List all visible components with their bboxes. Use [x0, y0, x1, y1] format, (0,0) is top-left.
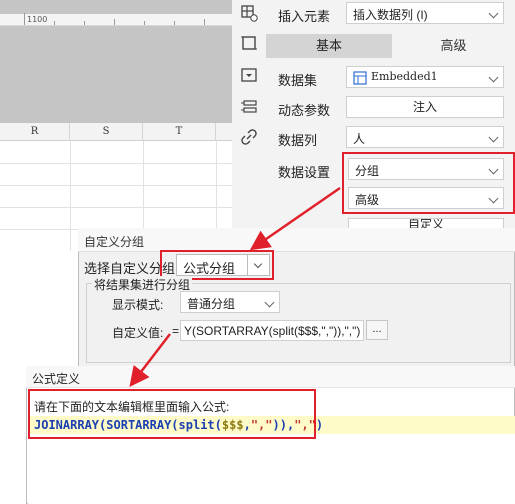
dataset-label: 数据集 — [278, 73, 318, 88]
formula-token: ) — [315, 418, 324, 432]
formula-dialog-title: 公式定义 — [32, 372, 81, 386]
database-table-icon — [353, 71, 367, 85]
ruler-tick — [204, 19, 205, 25]
column-header-s[interactable]: S — [70, 123, 143, 141]
chevron-down-icon — [488, 72, 499, 83]
data-column-select[interactable]: 人 — [346, 126, 504, 148]
formula-editor[interactable] — [28, 434, 515, 504]
custom-value-text: Y(SORTARRAY(split($$$,",")),",") — [184, 324, 361, 338]
hyperlink-icon[interactable] — [240, 128, 258, 146]
inject-button[interactable]: 注入 — [346, 96, 504, 118]
custom-value-input[interactable]: Y(SORTARRAY(split($$$,",")),",") — [180, 320, 364, 341]
ruler-label: 1100 — [27, 15, 48, 24]
edit-formula-button[interactable]: ... — [366, 320, 388, 340]
horizontal-ruler: 1100 — [0, 13, 232, 26]
custom-value-label: 自定义值: — [112, 326, 164, 340]
dataset-value: Embedded1 — [371, 70, 438, 83]
grid-line — [70, 141, 71, 251]
ruler-tick — [174, 21, 175, 25]
custom-value-equals: = — [172, 324, 180, 338]
formula-dialog-titlebar[interactable]: 公式定义 — [26, 366, 515, 388]
column-header-r[interactable]: R — [0, 123, 70, 141]
display-mode-select[interactable]: 普通分组 — [180, 291, 280, 313]
column-header-t[interactable]: T — [143, 123, 216, 141]
annotation-highlight-box — [28, 389, 316, 439]
ruler-tick — [84, 21, 85, 25]
dropdown-widget-icon[interactable] — [240, 66, 258, 84]
data-column-value: 人 — [353, 132, 366, 146]
ruler-tick — [54, 21, 55, 25]
ruler-tick — [114, 19, 115, 25]
ruler-tick — [144, 21, 145, 25]
group-result-legend: 将结果集进行分组 — [92, 276, 193, 293]
grid-line — [0, 163, 232, 164]
grid-line — [0, 207, 232, 208]
annotation-highlight-box — [342, 152, 515, 214]
grid-line — [0, 185, 232, 186]
insert-cell-icon[interactable] — [240, 4, 258, 22]
data-column-label: 数据列 — [278, 133, 318, 148]
insert-element-select[interactable]: 插入数据列 (I) — [346, 2, 504, 24]
dynamic-param-label: 动态参数 — [278, 103, 331, 118]
tab-advanced[interactable]: 高级 — [392, 34, 515, 58]
border-icon[interactable] — [240, 34, 258, 52]
chevron-down-icon — [488, 8, 499, 19]
display-mode-label: 显示模式: — [112, 298, 164, 312]
insert-element-label: 插入元素 — [278, 9, 331, 24]
chevron-down-icon — [488, 132, 499, 143]
column-header-row: R S T — [0, 123, 232, 141]
chevron-down-icon — [264, 297, 275, 308]
dataset-select[interactable]: Embedded1 — [346, 66, 504, 88]
condition-format-icon[interactable] — [240, 98, 258, 116]
data-setting-label: 数据设置 — [278, 165, 331, 180]
custom-group-dialog-titlebar[interactable]: 自定义分组 — [78, 228, 515, 252]
panel-icon-strip — [232, 0, 266, 250]
ruler-tick — [24, 13, 25, 25]
insert-element-value: 插入数据列 (I) — [353, 8, 428, 22]
display-mode-value: 普通分组 — [187, 297, 236, 311]
tab-basic[interactable]: 基本 — [266, 34, 392, 58]
custom-group-dialog-title: 自定义分组 — [84, 235, 145, 249]
